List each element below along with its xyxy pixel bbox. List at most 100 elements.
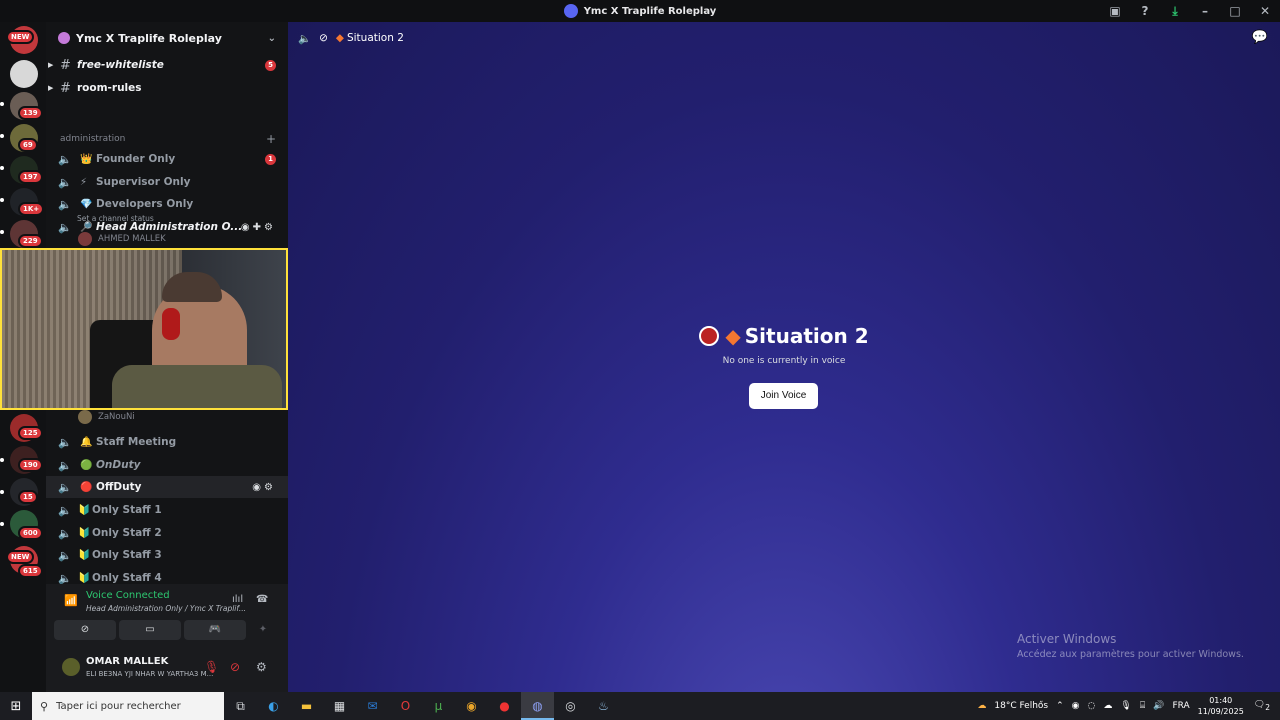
voice-channel-path[interactable]: Head Administration Only / Ymc X Traplif… bbox=[86, 604, 246, 613]
maximize-button[interactable]: □ bbox=[1220, 4, 1250, 18]
noise-suppression-icon[interactable]: ılıl bbox=[232, 594, 243, 605]
hash-icon: # bbox=[60, 57, 71, 73]
close-button[interactable]: ✕ bbox=[1250, 4, 1280, 18]
help-icon[interactable]: ? bbox=[1130, 4, 1160, 18]
voice-member[interactable]: AHMED MALLEK bbox=[78, 232, 166, 246]
channel-tools[interactable]: ◉✚⚙ bbox=[241, 222, 276, 233]
channel-label: Only Staff 3 bbox=[92, 549, 162, 561]
chevron-down-icon: ⌄ bbox=[267, 32, 276, 44]
server-badge: 197 bbox=[18, 170, 43, 184]
store-icon[interactable]: ▦ bbox=[323, 692, 356, 720]
voice-title-text: Situation 2 bbox=[744, 324, 869, 348]
voice-member[interactable]: ZaNouNi bbox=[78, 410, 135, 424]
voice-channel[interactable]: 🔈 🔰 Only Staff 2 bbox=[46, 522, 288, 544]
taskbar-search[interactable]: ⚲ Taper ici pour rechercher bbox=[32, 692, 224, 720]
discord-taskbar-icon[interactable]: ◍ bbox=[521, 692, 554, 720]
disconnect-icon[interactable]: ☎ bbox=[256, 594, 268, 605]
voice-channel[interactable]: 🔈 🔰 Only Staff 3 bbox=[46, 544, 288, 566]
speaker-muted-icon: 🔈 bbox=[58, 571, 72, 585]
clock[interactable]: 01:40 11/09/2025 bbox=[1198, 695, 1244, 717]
no-entry-icon: ⊘ bbox=[319, 32, 328, 44]
chat-icon[interactable]: 💬 bbox=[1252, 30, 1268, 45]
unread-pip bbox=[0, 102, 4, 106]
deafen-icon[interactable]: ⊘ bbox=[230, 660, 240, 674]
voice-channel-hovered[interactable]: 🔈 🔴 OffDuty ◉⚙ bbox=[46, 476, 288, 498]
voice-channel[interactable]: 🔈 ⚡ Supervisor Only bbox=[46, 171, 288, 193]
category-header[interactable]: administration bbox=[60, 134, 125, 144]
camera-button[interactable]: ⊘ bbox=[54, 620, 116, 640]
channel-status-hint[interactable]: Set a channel status bbox=[77, 214, 154, 223]
opera-icon[interactable]: O bbox=[389, 692, 422, 720]
guild-header[interactable]: Ymc X Traplife Roleplay ⌄ bbox=[46, 22, 288, 54]
outlook-icon[interactable]: ✉ bbox=[356, 692, 389, 720]
mic-muted-icon[interactable]: 🎙 bbox=[204, 660, 219, 674]
weather-text[interactable]: 18°C Felhős bbox=[994, 701, 1048, 711]
channel-label: Founder Only bbox=[96, 153, 176, 165]
voice-channel[interactable]: 🔈 🟢 OnDuty bbox=[46, 454, 288, 476]
watermark-subtitle: Accédez aux paramètres pour activer Wind… bbox=[1017, 649, 1244, 660]
screen-share-button[interactable]: ▭ bbox=[119, 620, 181, 640]
tray-overflow-icon[interactable]: ⌃ bbox=[1056, 701, 1064, 711]
discord-icon bbox=[563, 4, 578, 18]
caret-right-icon: ▶ bbox=[48, 61, 54, 69]
channel-label: OffDuty bbox=[96, 481, 142, 493]
recorder-icon[interactable]: ● bbox=[488, 692, 521, 720]
text-channel[interactable]: ▶ # room-rules bbox=[46, 77, 288, 99]
network-icon[interactable]: ⌸ bbox=[1140, 701, 1145, 711]
server-badge: NEW bbox=[6, 550, 35, 564]
voice-channel[interactable]: 🔈 🔰 Only Staff 1 bbox=[46, 499, 288, 521]
notification-center-icon[interactable]: 🗨2 bbox=[1254, 700, 1270, 712]
minimize-button[interactable]: – bbox=[1190, 4, 1220, 18]
voice-channel[interactable]: 🔈 🔔 Staff Meeting bbox=[46, 431, 288, 453]
activity-button[interactable]: 🎮 bbox=[184, 620, 246, 640]
utorrent-icon[interactable]: µ bbox=[422, 692, 455, 720]
window-titlebar: Ymc X Traplife Roleplay ▣ ? ⤓ – □ ✕ bbox=[0, 0, 1280, 22]
obs-icon[interactable]: ◎ bbox=[554, 692, 587, 720]
language-indicator[interactable]: FRA bbox=[1172, 701, 1189, 711]
file-explorer-icon[interactable]: ▬ bbox=[290, 692, 323, 720]
download-icon[interactable]: ⤓ bbox=[1160, 4, 1190, 19]
avatar[interactable] bbox=[62, 658, 80, 676]
channel-label: Developers Only bbox=[96, 198, 194, 210]
tray-mic-icon[interactable]: 🎙 bbox=[1120, 701, 1131, 711]
user-name[interactable]: OMAR MALLEK bbox=[86, 656, 168, 667]
channel-emoji: 🟢 bbox=[80, 459, 93, 471]
mention-badge: 1 bbox=[265, 153, 276, 165]
channel-header: 🔈 ⊘ ◆ Situation 2 bbox=[298, 30, 404, 46]
join-voice-button[interactable]: Join Voice bbox=[749, 383, 818, 409]
clock-date: 11/09/2025 bbox=[1197, 707, 1244, 716]
steam-icon[interactable]: ♨ bbox=[587, 692, 620, 720]
webcam-overlay bbox=[0, 248, 288, 410]
add-channel-icon[interactable]: + bbox=[266, 132, 276, 146]
inbox-icon[interactable]: ▣ bbox=[1100, 4, 1130, 18]
channel-emoji: 🔰 bbox=[78, 527, 91, 539]
server-badge: 600 bbox=[18, 526, 43, 540]
tray-cloud-icon[interactable]: ☁ bbox=[1103, 701, 1112, 711]
diamond-icon: ◆ bbox=[725, 324, 741, 348]
channel-label: Only Staff 4 bbox=[92, 572, 162, 584]
soundboard-button[interactable]: ✦ bbox=[249, 620, 277, 640]
edge-icon[interactable]: ◐ bbox=[257, 692, 290, 720]
channel-label: Only Staff 1 bbox=[92, 504, 162, 516]
channel-tools[interactable]: ◉⚙ bbox=[252, 482, 276, 493]
channel-title: Situation 2 bbox=[346, 32, 404, 44]
windows-start-icon[interactable]: ⊞ bbox=[0, 699, 32, 714]
tray-record-icon[interactable]: ◉ bbox=[1072, 701, 1080, 711]
text-channel[interactable]: ▶ # free-whiteliste 5 bbox=[46, 54, 288, 76]
volume-icon[interactable]: 🔊 bbox=[1153, 701, 1164, 711]
settings-icon[interactable]: ⚙ bbox=[256, 660, 267, 674]
unread-pip bbox=[0, 134, 4, 138]
speaker-muted-icon: 🔈 bbox=[58, 503, 72, 517]
speaker-muted-icon: 🔈 bbox=[58, 152, 72, 166]
system-tray: ☁ 18°C Felhős ⌃ ◉ ◌ ☁ 🎙 ⌸ 🔊 FRA 01:40 11… bbox=[977, 692, 1280, 720]
channel-emoji: 🔰 bbox=[78, 549, 91, 561]
voice-status[interactable]: Voice Connected bbox=[86, 590, 170, 601]
channel-label: OnDuty bbox=[96, 459, 141, 471]
voice-channel[interactable]: 🔈 👑 Founder Only 1 bbox=[46, 148, 288, 170]
tray-app-icon[interactable]: ◌ bbox=[1088, 701, 1096, 711]
server-icon[interactable] bbox=[10, 60, 38, 88]
voice-channel[interactable]: 🔈 💎 Developers Only bbox=[46, 193, 288, 215]
chrome-icon[interactable]: ◉ bbox=[455, 692, 488, 720]
task-view-icon[interactable]: ⧉ bbox=[224, 692, 257, 720]
signal-icon[interactable]: 📶 bbox=[64, 594, 78, 607]
